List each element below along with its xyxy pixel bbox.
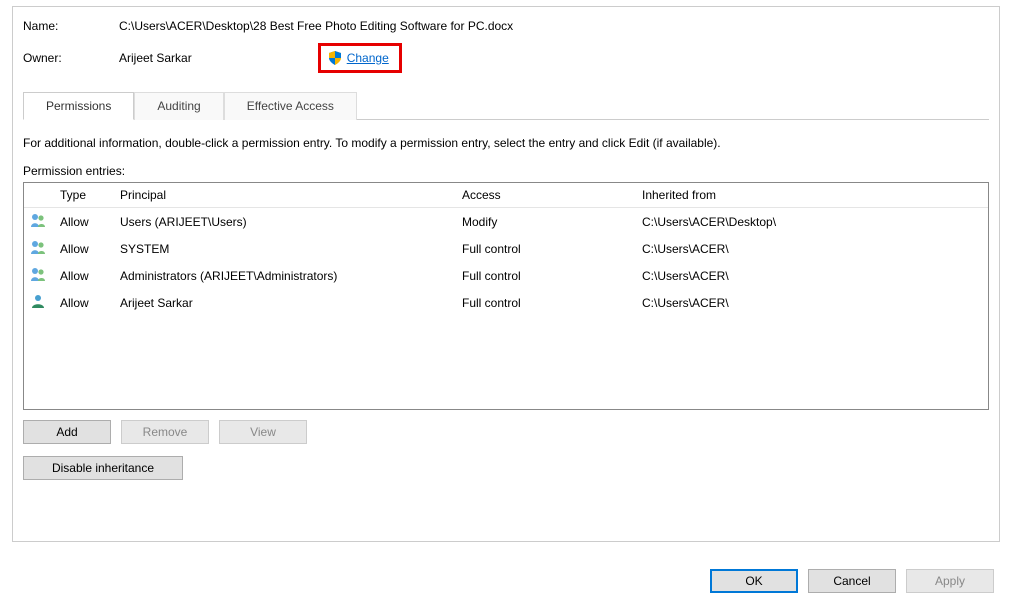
col-type[interactable]: Type [58, 188, 118, 202]
ok-button[interactable]: OK [710, 569, 798, 593]
add-button[interactable]: Add [23, 420, 111, 444]
owner-row: Owner: Arijeet Sarkar Change [23, 43, 989, 73]
user-icon [28, 293, 58, 312]
cell-access: Modify [460, 215, 640, 229]
cell-principal: Arijeet Sarkar [118, 296, 460, 310]
instructions-text: For additional information, double-click… [23, 136, 989, 150]
change-owner-link[interactable]: Change [347, 51, 389, 65]
cell-principal: SYSTEM [118, 242, 460, 256]
disable-inheritance-button[interactable]: Disable inheritance [23, 456, 183, 480]
group-icon [28, 239, 58, 258]
dialog-footer: OK Cancel Apply [710, 569, 994, 593]
table-row[interactable]: AllowAdministrators (ARIJEET\Administrat… [24, 262, 988, 289]
permission-entries-list: Type Principal Access Inherited from All… [23, 182, 989, 410]
cell-inherited: C:\Users\ACER\ [640, 296, 984, 310]
cell-access: Full control [460, 269, 640, 283]
entries-header: Type Principal Access Inherited from [24, 183, 988, 208]
remove-button[interactable]: Remove [121, 420, 209, 444]
group-icon [28, 212, 58, 231]
cell-type: Allow [58, 242, 118, 256]
tab-auditing[interactable]: Auditing [134, 92, 223, 120]
cell-principal: Users (ARIJEET\Users) [118, 215, 460, 229]
view-button[interactable]: View [219, 420, 307, 444]
col-inherited[interactable]: Inherited from [640, 188, 984, 202]
tab-strip: Permissions Auditing Effective Access [23, 91, 989, 120]
col-access[interactable]: Access [460, 188, 640, 202]
col-principal[interactable]: Principal [118, 188, 460, 202]
cancel-button[interactable]: Cancel [808, 569, 896, 593]
cell-inherited: C:\Users\ACER\ [640, 242, 984, 256]
cell-type: Allow [58, 296, 118, 310]
table-row[interactable]: AllowUsers (ARIJEET\Users)ModifyC:\Users… [24, 208, 988, 235]
security-panel: Name: C:\Users\ACER\Desktop\28 Best Free… [12, 6, 1000, 542]
cell-access: Full control [460, 296, 640, 310]
tab-effective-access[interactable]: Effective Access [224, 92, 357, 120]
entry-buttons: Add Remove View [23, 420, 989, 444]
shield-icon [327, 50, 343, 66]
change-owner-highlight: Change [318, 43, 402, 73]
cell-inherited: C:\Users\ACER\Desktop\ [640, 215, 984, 229]
cell-type: Allow [58, 215, 118, 229]
owner-value: Arijeet Sarkar [119, 51, 192, 65]
cell-inherited: C:\Users\ACER\ [640, 269, 984, 283]
cell-principal: Administrators (ARIJEET\Administrators) [118, 269, 460, 283]
name-label: Name: [23, 19, 119, 33]
apply-button[interactable]: Apply [906, 569, 994, 593]
cell-access: Full control [460, 242, 640, 256]
tab-permissions[interactable]: Permissions [23, 92, 134, 120]
cell-type: Allow [58, 269, 118, 283]
table-row[interactable]: AllowSYSTEMFull controlC:\Users\ACER\ [24, 235, 988, 262]
group-icon [28, 266, 58, 285]
name-value: C:\Users\ACER\Desktop\28 Best Free Photo… [119, 19, 513, 33]
entries-label: Permission entries: [23, 164, 989, 178]
table-row[interactable]: AllowArijeet SarkarFull controlC:\Users\… [24, 289, 988, 316]
name-row: Name: C:\Users\ACER\Desktop\28 Best Free… [23, 19, 989, 33]
owner-label: Owner: [23, 51, 119, 65]
